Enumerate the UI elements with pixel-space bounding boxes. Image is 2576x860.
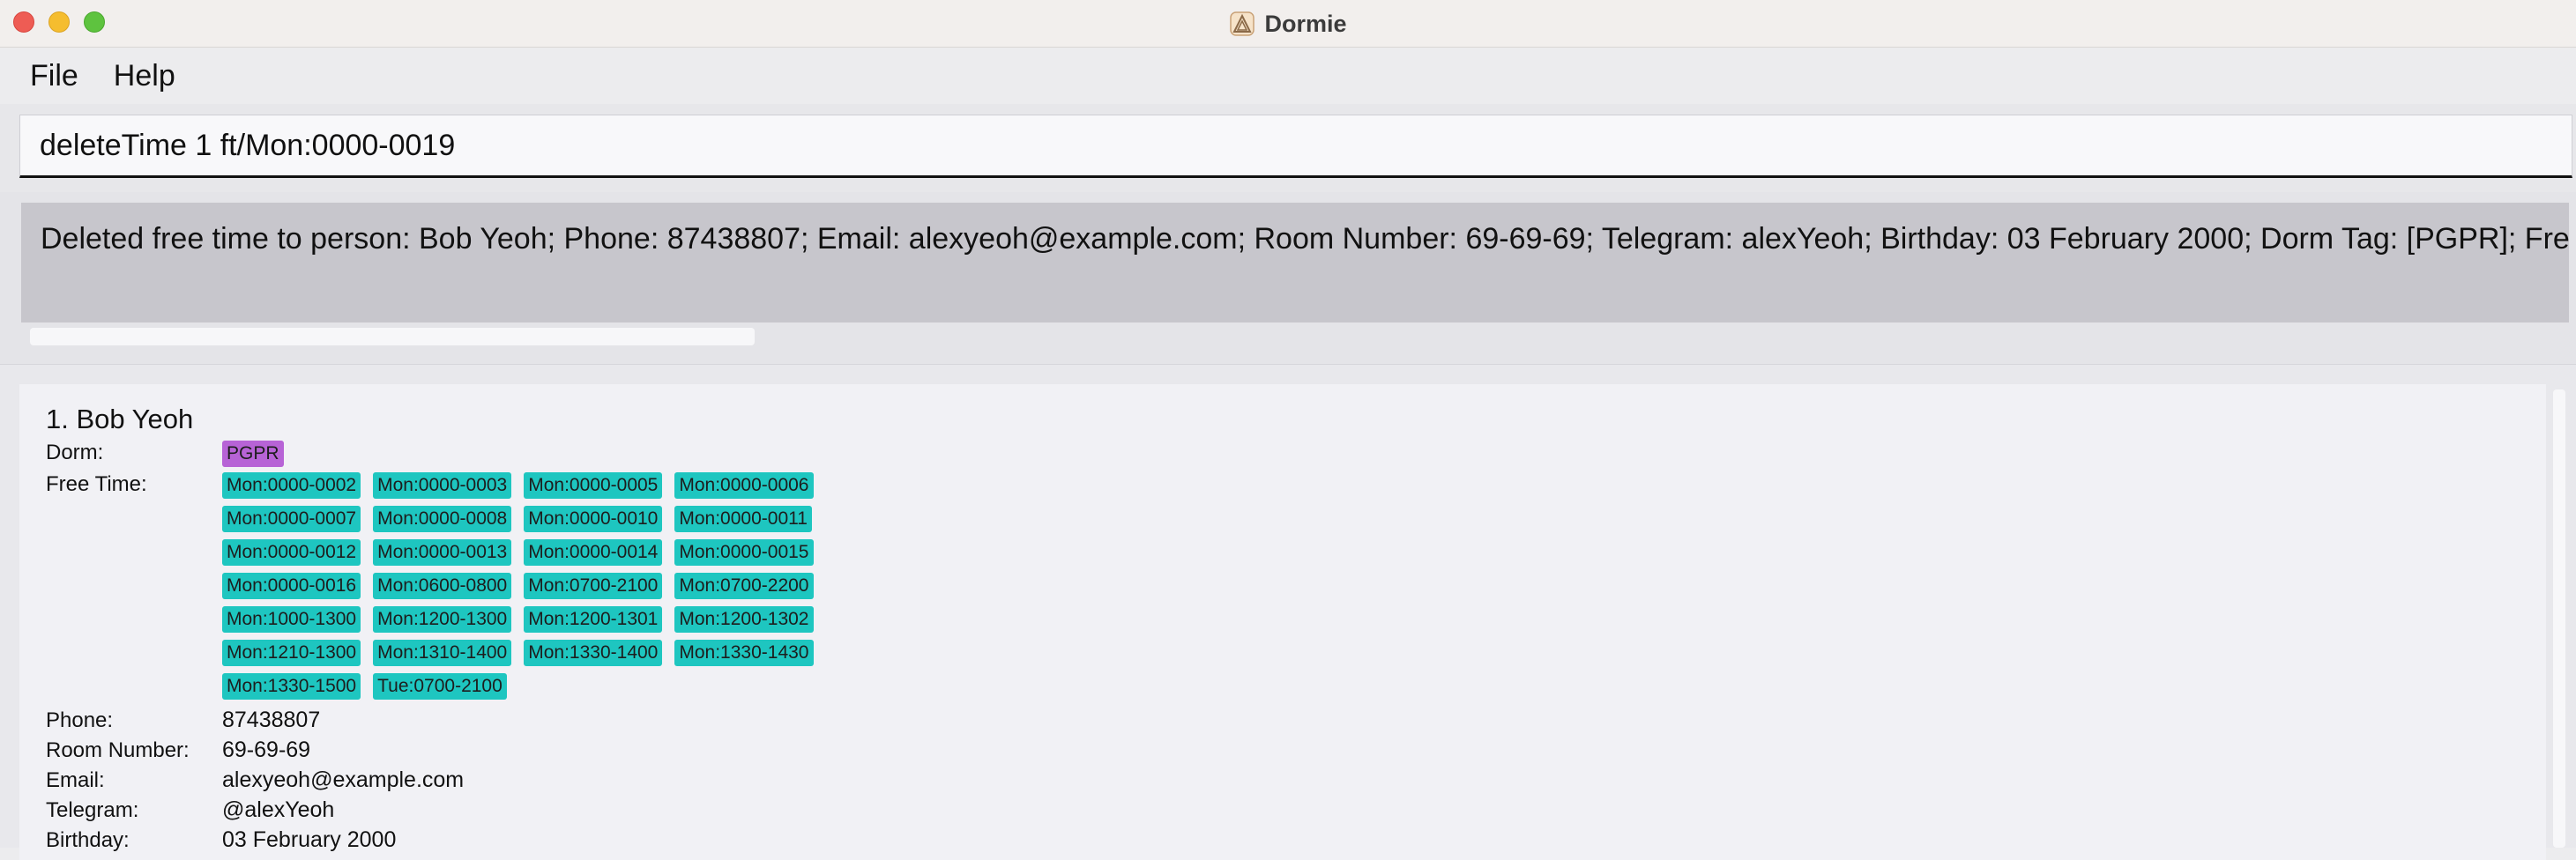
telegram-label: Telegram: bbox=[46, 798, 139, 822]
menu-file[interactable]: File bbox=[30, 59, 78, 93]
phone-value: 87438807 bbox=[222, 708, 321, 732]
free-time-tag: Mon:1330-1400 bbox=[524, 640, 663, 666]
person-name: 1. Bob Yeoh bbox=[46, 404, 194, 434]
person-card[interactable]: 1. Bob Yeoh Dorm: PGPR Free Time: Mon:00… bbox=[19, 384, 2546, 860]
email-label: Email: bbox=[46, 768, 105, 792]
free-time-tag: Mon:0000-0007 bbox=[222, 506, 361, 532]
free-time-row: Mon:0000-0012 Mon:0000-0013 Mon:0000-001… bbox=[222, 539, 814, 566]
window-title-group: Dormie bbox=[0, 0, 2576, 48]
free-time-tag: Mon:0000-0013 bbox=[373, 539, 512, 566]
free-time-tag: Mon:1200-1300 bbox=[373, 606, 512, 633]
email-value: alexyeoh@example.com bbox=[222, 767, 465, 792]
free-time-tag: Mon:1000-1300 bbox=[222, 606, 361, 633]
free-time-tag: Mon:0000-0008 bbox=[373, 506, 512, 532]
dorm-tag: PGPR bbox=[222, 441, 284, 467]
dorm-label: Dorm: bbox=[46, 441, 104, 464]
result-message: Deleted free time to person: Bob Yeoh; P… bbox=[41, 222, 2569, 256]
free-time-tag: Mon:1330-1430 bbox=[674, 640, 814, 666]
command-box-area bbox=[0, 104, 2576, 192]
free-time-tag: Mon:0000-0012 bbox=[222, 539, 361, 566]
free-time-tag: Mon:0000-0014 bbox=[524, 539, 663, 566]
free-time-tag: Mon:1200-1302 bbox=[674, 606, 814, 633]
free-time-tag: Mon:0600-0800 bbox=[373, 573, 512, 599]
free-time-tag: Mon:1210-1300 bbox=[222, 640, 361, 666]
title-bar: Dormie bbox=[0, 0, 2576, 48]
free-time-tag: Mon:1200-1301 bbox=[524, 606, 663, 633]
telegram-value: @alexYeoh bbox=[222, 797, 335, 822]
free-time-tag: Mon:0700-2100 bbox=[524, 573, 663, 599]
free-time-tag: Mon:0000-0010 bbox=[524, 506, 663, 532]
result-display: Deleted free time to person: Bob Yeoh; P… bbox=[21, 203, 2569, 322]
dormie-app-icon bbox=[1230, 11, 1255, 36]
free-time-tag: Mon:0000-0005 bbox=[524, 472, 663, 499]
free-time-row: Mon:0000-0016 Mon:0600-0800 Mon:0700-210… bbox=[222, 573, 814, 599]
free-time-tag: Mon:1330-1500 bbox=[222, 673, 361, 700]
dorm-tag-row: PGPR bbox=[222, 441, 284, 467]
free-time-row: Mon:1330-1500 Tue:0700-2100 bbox=[222, 673, 507, 700]
person-list-panel: 1. Bob Yeoh Dorm: PGPR Free Time: Mon:00… bbox=[0, 365, 2576, 860]
free-time-row: Mon:0000-0002 Mon:0000-0003 Mon:0000-000… bbox=[222, 472, 814, 499]
result-display-area: Deleted free time to person: Bob Yeoh; P… bbox=[0, 192, 2576, 365]
menu-help[interactable]: Help bbox=[114, 59, 175, 93]
free-time-row: Mon:1210-1300 Mon:1310-1400 Mon:1330-140… bbox=[222, 640, 814, 666]
room-number-value: 69-69-69 bbox=[222, 738, 311, 762]
window-title: Dormie bbox=[1264, 10, 1347, 37]
free-time-tag: Mon:0700-2200 bbox=[674, 573, 814, 599]
free-time-row: Mon:0000-0007 Mon:0000-0008 Mon:0000-001… bbox=[222, 506, 812, 532]
free-time-tag: Mon:1310-1400 bbox=[373, 640, 512, 666]
free-time-tag: Mon:0000-0003 bbox=[373, 472, 512, 499]
free-time-row: Mon:1000-1300 Mon:1200-1300 Mon:1200-130… bbox=[222, 606, 814, 633]
free-time-tag: Mon:0000-0002 bbox=[222, 472, 361, 499]
free-time-tag: Mon:0000-0016 bbox=[222, 573, 361, 599]
phone-label: Phone: bbox=[46, 708, 114, 732]
person-list-vertical-scrollbar[interactable] bbox=[2553, 389, 2565, 848]
room-number-label: Room Number: bbox=[46, 738, 190, 762]
free-time-label: Free Time: bbox=[46, 472, 147, 496]
birthday-value: 03 February 2000 bbox=[222, 827, 397, 852]
free-time-tag: Tue:0700-2100 bbox=[373, 673, 507, 700]
free-time-tag: Mon:0000-0006 bbox=[674, 472, 814, 499]
command-input[interactable] bbox=[19, 115, 2572, 178]
free-time-tag: Mon:0000-0011 bbox=[674, 506, 812, 532]
free-time-tag: Mon:0000-0015 bbox=[674, 539, 814, 566]
birthday-label: Birthday: bbox=[46, 828, 130, 852]
result-horizontal-scrollbar[interactable] bbox=[30, 328, 755, 345]
menu-bar: File Help bbox=[0, 48, 2576, 104]
